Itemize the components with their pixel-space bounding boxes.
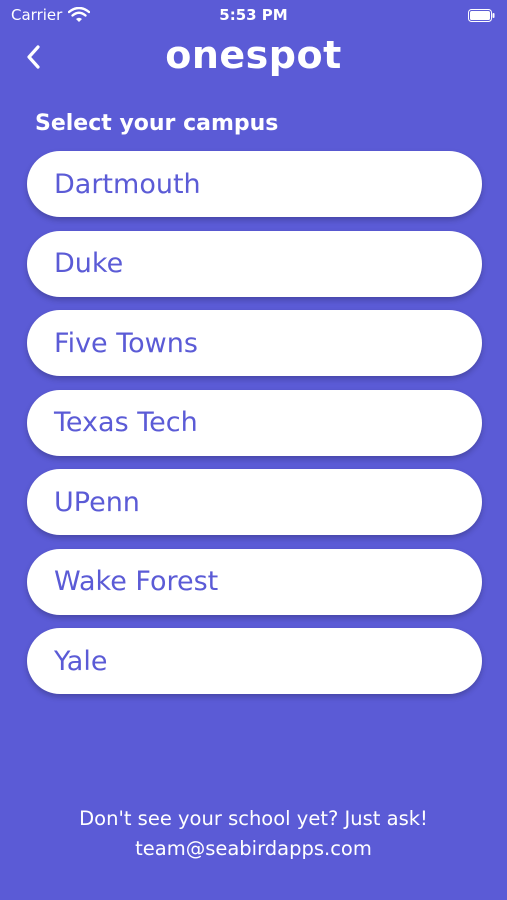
- campus-option-yale[interactable]: Yale: [27, 628, 482, 694]
- campus-label: Dartmouth: [54, 168, 201, 200]
- footer-message: Don't see your school yet? Just ask!: [79, 807, 428, 830]
- status-bar: Carrier 5:53 PM: [0, 0, 507, 30]
- campus-label: Wake Forest: [54, 566, 219, 597]
- campus-option-upenn[interactable]: UPenn: [27, 469, 482, 535]
- status-time: 5:53 PM: [219, 6, 288, 24]
- campus-option-wake-forest[interactable]: Wake Forest: [27, 548, 482, 615]
- campus-list: Dartmouth Duke Five Towns Texas Tech UPe…: [27, 151, 482, 708]
- battery-icon: [468, 8, 495, 22]
- campus-label: Five Towns: [54, 327, 198, 359]
- campus-label: Duke: [54, 248, 124, 279]
- app-logo: onespot: [165, 33, 342, 77]
- campus-option-texas-tech[interactable]: Texas Tech: [27, 389, 482, 456]
- campus-option-five-towns[interactable]: Five Towns: [27, 310, 482, 376]
- campus-label: UPenn: [54, 486, 140, 518]
- campus-option-dartmouth[interactable]: Dartmouth: [27, 151, 482, 217]
- campus-label: Yale: [54, 645, 108, 677]
- footer: Don't see your school yet? Just ask! tea…: [0, 804, 507, 864]
- contact-email-link[interactable]: team@seabirdapps.com: [0, 834, 507, 864]
- section-label: Select your campus: [35, 111, 279, 136]
- campus-label: Texas Tech: [54, 407, 198, 438]
- campus-option-duke[interactable]: Duke: [27, 230, 482, 297]
